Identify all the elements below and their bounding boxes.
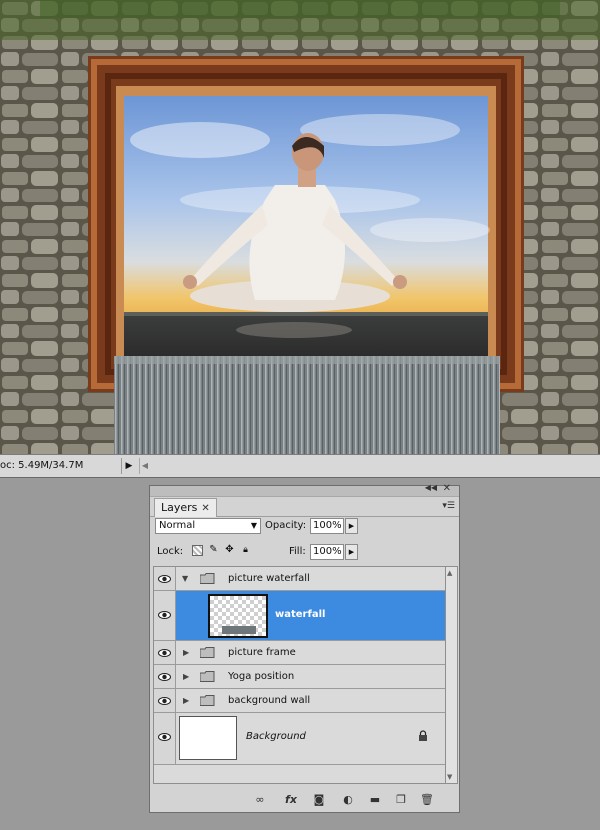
new-layer-icon[interactable]: ❐ <box>394 793 408 806</box>
lock-label: Lock: <box>157 546 184 557</box>
fill-label: Fill: <box>289 546 306 557</box>
lock-icon <box>419 730 427 741</box>
visibility-toggle[interactable] <box>154 591 176 640</box>
scroll-down-icon[interactable]: ▼ <box>447 773 452 781</box>
layers-panel: ◀◀ ✕ Layers ✕ ▾☰ Normal ▼ Opacity: 100% ▶… <box>149 483 460 813</box>
eye-icon <box>158 649 171 657</box>
blend-mode-select[interactable]: Normal ▼ <box>155 518 261 534</box>
layer-row-waterfall[interactable]: waterfall <box>154 591 445 641</box>
eye-icon <box>158 611 171 619</box>
opacity-field[interactable]: 100% <box>310 518 344 534</box>
folder-icon <box>200 671 215 682</box>
layer-name: Yoga position <box>228 671 295 682</box>
status-bar: oc: 5.49M/34.7M ▶ ◀ <box>0 454 600 478</box>
group-collapsed-triangle-icon[interactable]: ▶ <box>183 696 189 705</box>
lock-position-move-icon[interactable]: ✥ <box>224 545 235 556</box>
layers-scrollbar[interactable]: ▲ ▼ <box>446 566 458 784</box>
layer-row-background[interactable]: Background <box>154 713 445 765</box>
panel-footer: ∞ fx ◙ ◐ ▬ ❐ 🗑︎ <box>150 788 459 812</box>
visibility-toggle[interactable] <box>154 713 176 764</box>
trash-icon[interactable]: 🗑︎ <box>420 793 434 806</box>
layer-thumbnail[interactable] <box>179 716 237 760</box>
layer-name: picture frame <box>228 647 296 658</box>
blend-row: Normal ▼ Opacity: 100% ▶ <box>150 516 459 536</box>
document-size-info: oc: 5.49M/34.7M <box>0 460 84 471</box>
group-expanded-triangle-icon[interactable]: ▼ <box>182 574 188 583</box>
folder-icon <box>200 647 215 658</box>
panel-tab-row: Layers ✕ ▾☰ <box>150 497 459 517</box>
layer-thumbnail[interactable] <box>208 594 268 638</box>
link-layers-icon[interactable]: ∞ <box>253 793 267 806</box>
tab-close-icon[interactable]: ✕ <box>201 503 209 514</box>
layer-name: Background <box>246 731 306 742</box>
status-menu-arrow-icon[interactable]: ▶ <box>121 458 136 474</box>
layer-row-picture-frame[interactable]: ▶ picture frame <box>154 641 445 665</box>
collapse-icon[interactable]: ◀◀ <box>425 483 437 492</box>
visibility-toggle[interactable] <box>154 665 176 688</box>
adjustment-layer-icon[interactable]: ◐ <box>341 793 355 806</box>
eye-icon <box>158 733 171 741</box>
scroll-up-icon[interactable]: ▲ <box>447 569 452 577</box>
lock-all-icon[interactable]: 🔒︎ <box>240 545 251 556</box>
group-collapsed-triangle-icon[interactable]: ▶ <box>183 648 189 657</box>
panel-menu-icon[interactable]: ▾☰ <box>442 501 455 511</box>
waterfall <box>114 356 500 454</box>
layer-row-background-wall[interactable]: ▶ background wall <box>154 689 445 713</box>
blend-mode-value: Normal <box>159 520 196 531</box>
lock-image-brush-icon[interactable]: ✎ <box>208 545 219 556</box>
scroll-left-icon[interactable]: ◀ <box>139 458 150 474</box>
layer-name: picture waterfall <box>228 573 310 584</box>
add-mask-icon[interactable]: ◙ <box>312 793 326 806</box>
visibility-toggle[interactable] <box>154 641 176 664</box>
document-canvas[interactable] <box>0 0 600 454</box>
opacity-label: Opacity: <box>265 520 307 531</box>
layer-row-yoga-position[interactable]: ▶ Yoga position <box>154 665 445 689</box>
lock-row: Lock: ✎ ✥ 🔒︎ Fill: 100% ▶ <box>150 542 459 562</box>
tab-layers-label: Layers <box>161 501 198 514</box>
visibility-toggle[interactable] <box>154 567 176 590</box>
layers-list: ▼ picture waterfall waterfall ▶ picture … <box>153 566 446 784</box>
fx-icon[interactable]: fx <box>284 793 298 806</box>
folder-icon <box>200 573 215 584</box>
fill-slider-button[interactable]: ▶ <box>345 544 358 560</box>
new-group-icon[interactable]: ▬ <box>368 793 382 806</box>
layer-row-picture-waterfall[interactable]: ▼ picture waterfall <box>154 567 445 591</box>
visibility-toggle[interactable] <box>154 689 176 712</box>
panel-title-bar[interactable]: ◀◀ ✕ <box>150 483 459 497</box>
group-collapsed-triangle-icon[interactable]: ▶ <box>183 672 189 681</box>
tab-layers[interactable]: Layers ✕ <box>154 498 217 517</box>
fill-field[interactable]: 100% <box>310 544 344 560</box>
eye-icon <box>158 575 171 583</box>
eye-icon <box>158 697 171 705</box>
chevron-down-icon: ▼ <box>250 521 257 530</box>
panel-close-icon[interactable]: ✕ <box>443 483 451 494</box>
composite-artwork <box>0 0 600 454</box>
layer-name: background wall <box>228 695 311 706</box>
folder-icon <box>200 695 215 706</box>
opacity-slider-button[interactable]: ▶ <box>345 518 358 534</box>
eye-icon <box>158 673 171 681</box>
layer-name: waterfall <box>275 609 326 620</box>
lock-transparency-icon[interactable] <box>192 545 203 556</box>
